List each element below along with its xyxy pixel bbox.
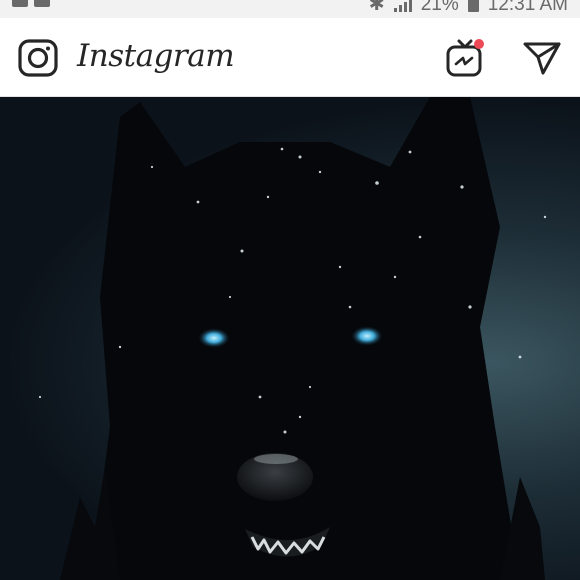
notification-icon xyxy=(12,0,28,7)
clock: 12:31 AM xyxy=(487,0,568,15)
notification-icons xyxy=(12,0,50,7)
status-bar: ✱ 21% 12:31 AM xyxy=(0,0,580,18)
battery-icon xyxy=(467,0,479,12)
notification-icon xyxy=(34,0,50,7)
app-logo: Instagram xyxy=(77,38,235,74)
bluetooth-icon: ✱ xyxy=(368,0,385,15)
wolf-photo xyxy=(38,97,547,580)
notification-dot xyxy=(474,39,484,49)
post-image[interactable] xyxy=(0,97,580,580)
signal-icon xyxy=(393,0,412,12)
top-nav: Instagram xyxy=(0,18,580,97)
direct-message-icon[interactable] xyxy=(522,40,562,76)
status-indicators: ✱ 21% 12:31 AM xyxy=(369,0,568,16)
battery-percent: 21% xyxy=(420,0,459,15)
igtv-icon[interactable] xyxy=(444,37,488,79)
camera-icon[interactable] xyxy=(17,38,59,78)
